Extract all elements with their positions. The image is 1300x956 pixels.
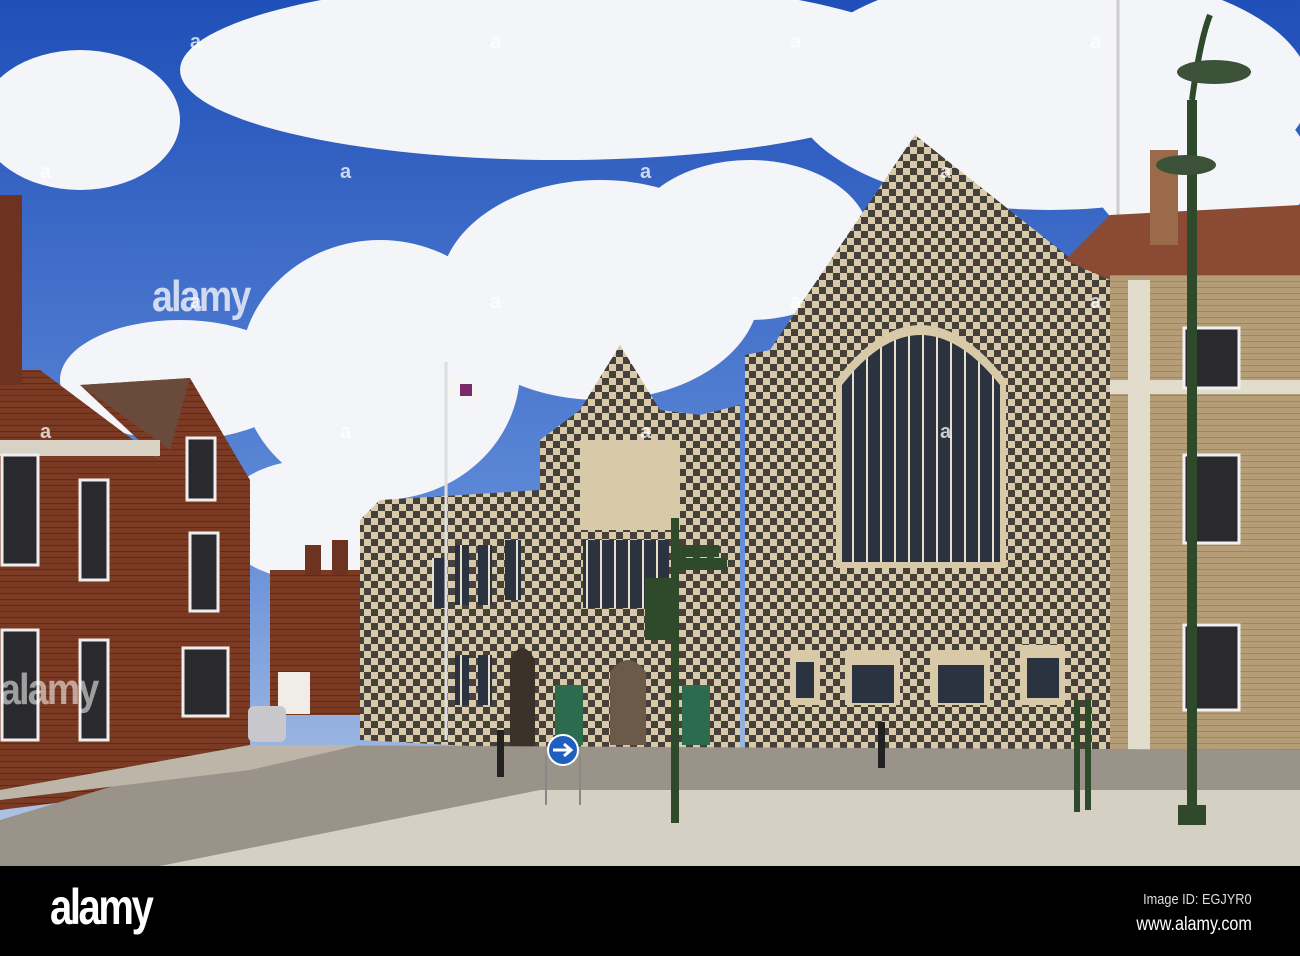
image-id: Image ID: EGJYR0: [1143, 891, 1252, 908]
svg-text:a: a: [640, 421, 652, 443]
watermark-logo-secondary: alamy: [0, 665, 99, 714]
svg-text:a: a: [340, 421, 352, 443]
svg-text:a: a: [340, 161, 352, 183]
photo-scene: aaaa aaaa aaaa aaaa: [0, 0, 1300, 866]
svg-text:a: a: [1090, 31, 1102, 53]
svg-text:a: a: [790, 31, 802, 53]
svg-text:a: a: [490, 291, 502, 313]
street: [0, 745, 1300, 866]
svg-text:a: a: [940, 421, 952, 443]
svg-text:a: a: [490, 31, 502, 53]
svg-text:a: a: [40, 161, 52, 183]
svg-text:a: a: [190, 31, 202, 53]
svg-text:a: a: [790, 291, 802, 313]
svg-text:a: a: [40, 421, 52, 443]
footer-bar: [0, 866, 1300, 956]
photo-page: aaaa aaaa aaaa aaaa alamy alamy alamy Im…: [0, 0, 1300, 956]
svg-text:a: a: [1090, 291, 1102, 313]
footer-logo: alamy: [50, 879, 154, 935]
svg-text:a: a: [940, 161, 952, 183]
svg-text:a: a: [640, 161, 652, 183]
website-link[interactable]: www.alamy.com: [1137, 914, 1252, 936]
watermark-logo: alamy: [152, 272, 251, 321]
